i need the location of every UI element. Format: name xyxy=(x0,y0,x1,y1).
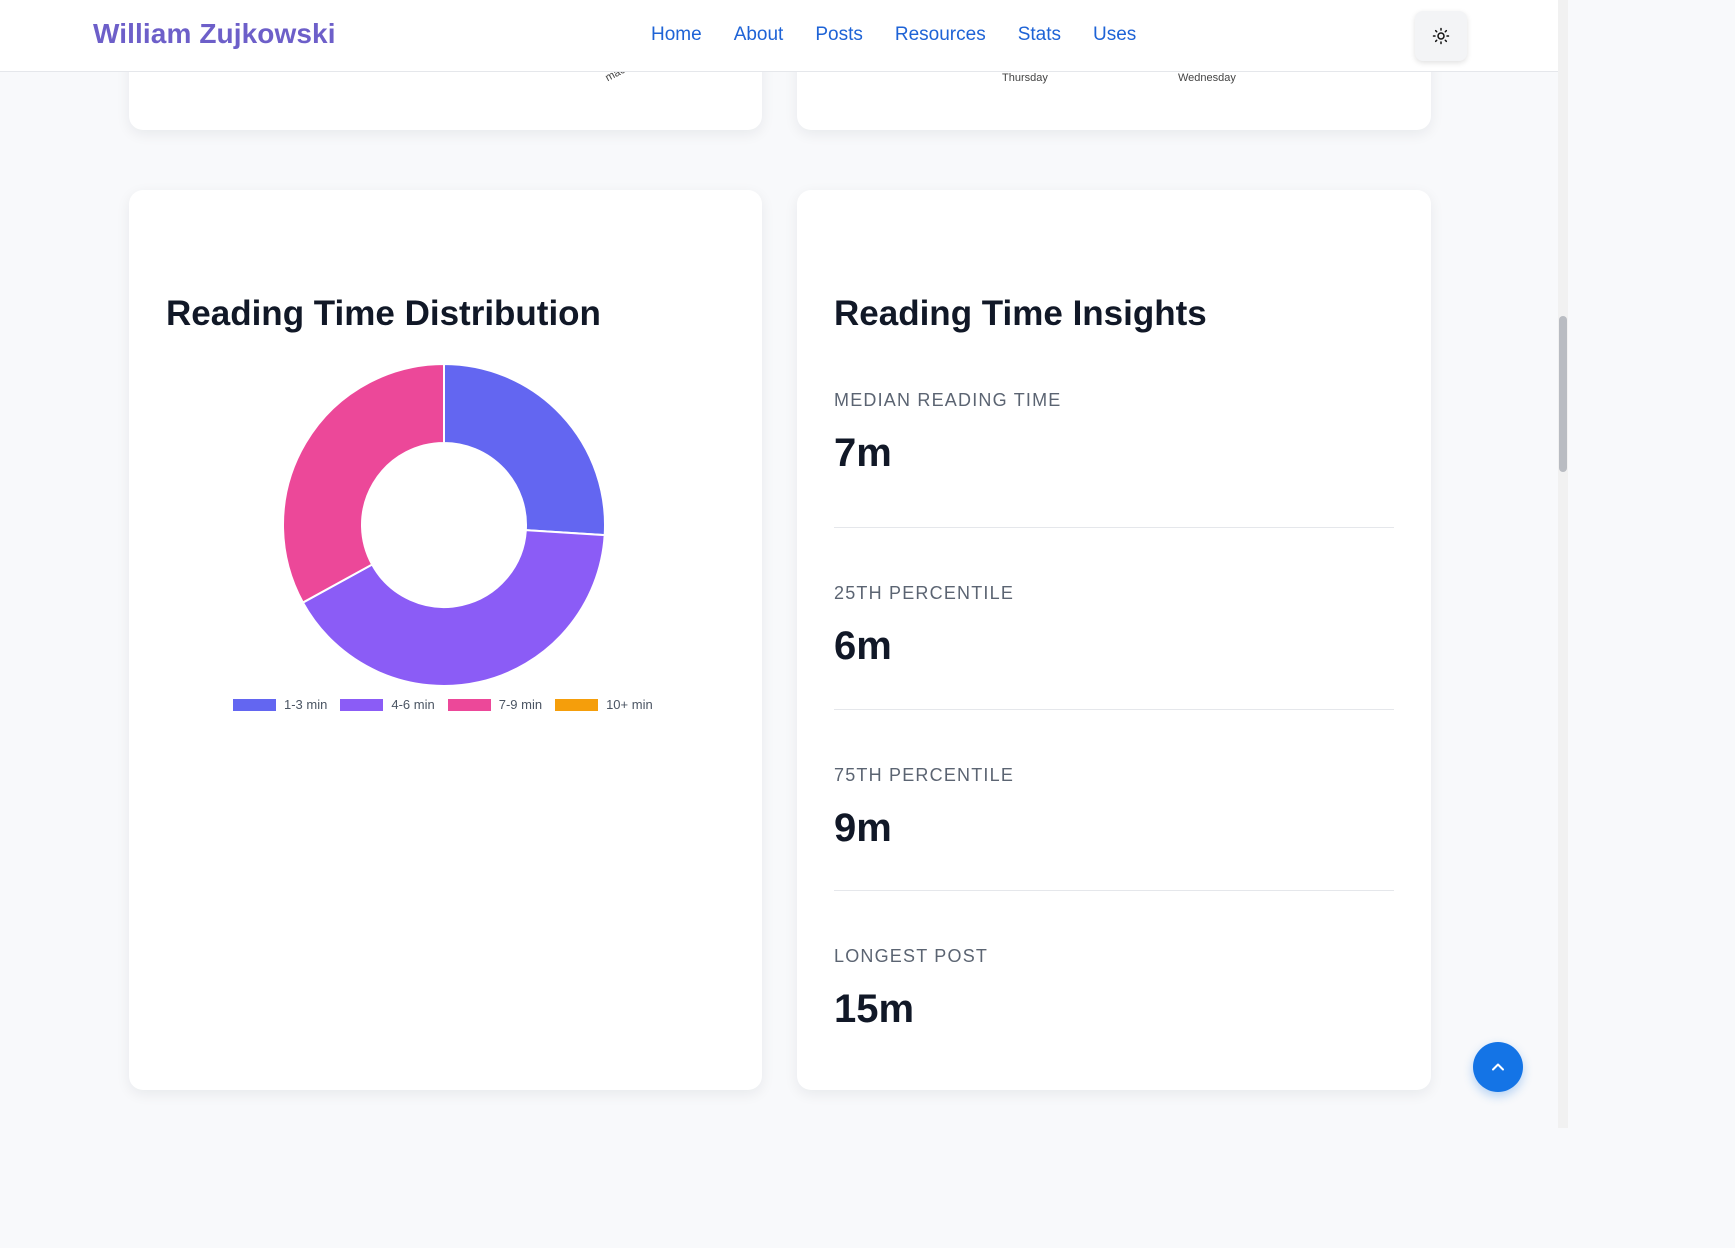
donut-slice-7-9-min[interactable] xyxy=(282,362,445,604)
donut-chart xyxy=(282,362,606,687)
divider xyxy=(834,709,1394,710)
card-title: Reading Time Insights xyxy=(834,294,1207,333)
legend-item[interactable]: 1-3 min xyxy=(233,697,327,712)
stat-label: 75th Percentile xyxy=(834,765,1015,785)
chevron-up-icon xyxy=(1492,1063,1504,1071)
main-nav: Home About Posts Resources Stats Uses xyxy=(651,24,1136,46)
sun-icon xyxy=(1432,27,1450,45)
legend-label: 10+ min xyxy=(606,697,653,712)
site-brand[interactable]: William Zujkowski xyxy=(93,18,336,50)
stat-median: Median Reading Time 7m xyxy=(834,390,1394,476)
nav-posts[interactable]: Posts xyxy=(815,24,863,46)
stat-value: 7m xyxy=(834,431,892,475)
scrollbar-thumb[interactable] xyxy=(1559,316,1567,472)
stat-label: 25th Percentile xyxy=(834,583,1015,603)
stat-value: 9m xyxy=(834,806,892,850)
stat-longest-post: Longest Post 15m xyxy=(834,946,1394,1032)
site-header: William Zujkowski Home About Posts Resou… xyxy=(0,0,1558,72)
theme-toggle-button[interactable] xyxy=(1415,11,1467,61)
stat-75th-percentile: 75th Percentile 9m xyxy=(834,765,1394,851)
legend-label: 4-6 min xyxy=(391,697,435,712)
legend-swatch xyxy=(555,698,599,711)
nav-about[interactable]: About xyxy=(734,24,784,46)
legend-swatch xyxy=(340,698,384,711)
stat-value: 15m xyxy=(834,987,915,1031)
legend-swatch xyxy=(447,698,491,711)
legend-item[interactable]: 4-6 min xyxy=(340,697,435,712)
divider xyxy=(834,527,1394,528)
reading-time-distribution-card: Reading Time Distribution 1-3 min 4-6 min… xyxy=(129,190,762,1090)
legend-item[interactable]: 10+ min xyxy=(555,697,653,712)
nav-resources[interactable]: Resources xyxy=(895,24,986,46)
nav-home[interactable]: Home xyxy=(651,24,702,46)
legend-item[interactable]: 7-9 min xyxy=(447,697,543,712)
nav-stats[interactable]: Stats xyxy=(1018,24,1061,46)
legend-label: 1-3 min xyxy=(284,697,328,712)
legend-label: 7-9 min xyxy=(498,697,543,712)
stat-label: Longest Post xyxy=(834,946,989,966)
stat-label: Median Reading Time xyxy=(834,390,1062,410)
page-scrollbar[interactable] xyxy=(1558,0,1568,1128)
legend-swatch xyxy=(233,698,276,711)
donut-slice-1-3-min[interactable] xyxy=(443,362,606,537)
reading-time-insights-card: Reading Time Insights Median Reading Tim… xyxy=(797,190,1431,1090)
card-title: Reading Time Distribution xyxy=(166,294,601,333)
back-to-top-button[interactable] xyxy=(1473,1042,1523,1092)
chart-legend: 1-3 min 4-6 min 7-9 min 10+ min xyxy=(233,697,653,712)
nav-uses[interactable]: Uses xyxy=(1093,24,1136,46)
stat-25th-percentile: 25th Percentile 6m xyxy=(834,583,1394,669)
axis-tick-label: Wednesday xyxy=(1178,72,1236,84)
divider xyxy=(834,890,1394,891)
axis-tick-label: Thursday xyxy=(1002,72,1048,84)
stat-value: 6m xyxy=(834,624,892,668)
